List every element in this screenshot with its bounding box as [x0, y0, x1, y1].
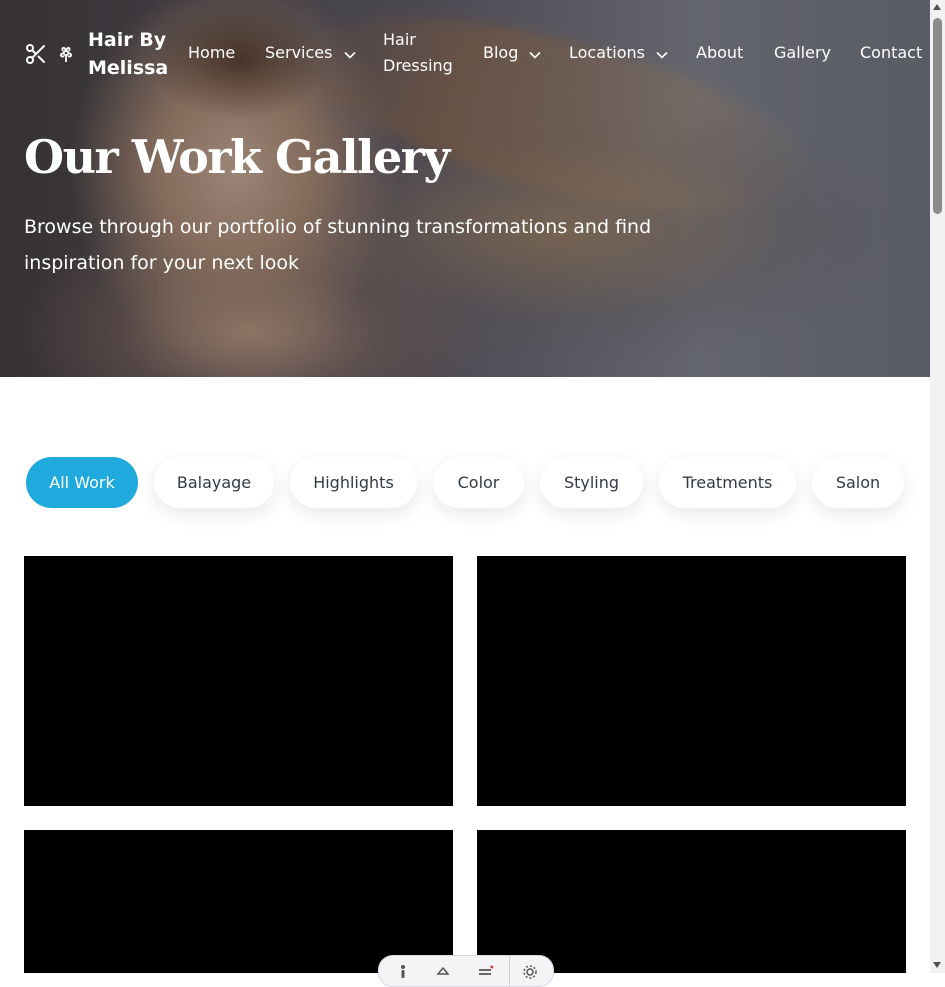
- settings-icon[interactable]: [522, 964, 538, 980]
- paint-icon[interactable]: [435, 964, 451, 980]
- scroll-down-arrow-icon[interactable]: [933, 962, 941, 968]
- nav-hair-dressing-label: Hair Dressing: [383, 30, 453, 75]
- flower-icon: [58, 45, 74, 67]
- nav-gallery[interactable]: Gallery: [774, 40, 831, 66]
- floating-toolbar: [378, 955, 554, 987]
- chevron-down-icon: [343, 41, 356, 67]
- top-navigation: Hair By Melissa Home Services Hair Dress…: [0, 0, 930, 106]
- logo[interactable]: [24, 42, 74, 70]
- nav-locations-label: Locations: [569, 43, 646, 62]
- page-title: Our Work Gallery: [24, 130, 450, 184]
- nav-locations[interactable]: Locations: [569, 40, 668, 67]
- filter-highlights[interactable]: Highlights: [290, 457, 417, 508]
- filter-balayage[interactable]: Balayage: [154, 457, 274, 508]
- nav-blog[interactable]: Blog: [483, 40, 542, 67]
- filter-all-work[interactable]: All Work: [26, 457, 138, 508]
- nav-contact-label: Contact: [860, 43, 923, 62]
- nav-services[interactable]: Services: [265, 40, 356, 67]
- filter-treatments[interactable]: Treatments: [659, 457, 796, 508]
- gallery-item[interactable]: [24, 830, 453, 973]
- toolbar-divider: [509, 956, 510, 986]
- page-subtitle: Browse through our portfolio of stunning…: [24, 216, 652, 274]
- menu-icon[interactable]: [477, 964, 494, 980]
- nav-hair-dressing[interactable]: Hair Dressing: [383, 27, 463, 79]
- nav-contact[interactable]: Contact: [860, 40, 922, 66]
- chevron-down-icon: [656, 41, 668, 67]
- nav-home[interactable]: Home: [188, 40, 235, 66]
- gallery-item[interactable]: [477, 556, 906, 806]
- nav-services-label: Services: [265, 43, 333, 62]
- nav-about[interactable]: About: [696, 40, 743, 66]
- chevron-down-icon: [529, 41, 542, 67]
- gallery-item[interactable]: [24, 556, 453, 806]
- accessibility-icon[interactable]: [395, 964, 411, 980]
- scissors-icon: [24, 42, 48, 70]
- nav-home-label: Home: [188, 43, 236, 62]
- scroll-up-arrow-icon[interactable]: [933, 4, 941, 10]
- scrollbar-thumb[interactable]: [933, 18, 942, 214]
- nav-blog-label: Blog: [483, 43, 519, 62]
- filter-styling[interactable]: Styling: [540, 457, 643, 508]
- gallery-item[interactable]: [477, 830, 906, 973]
- filter-salon[interactable]: Salon: [812, 457, 904, 508]
- nav-about-label: About: [696, 43, 744, 62]
- filter-color[interactable]: Color: [433, 457, 524, 508]
- nav-gallery-label: Gallery: [774, 43, 831, 62]
- brand-name[interactable]: Hair By Melissa: [88, 26, 178, 82]
